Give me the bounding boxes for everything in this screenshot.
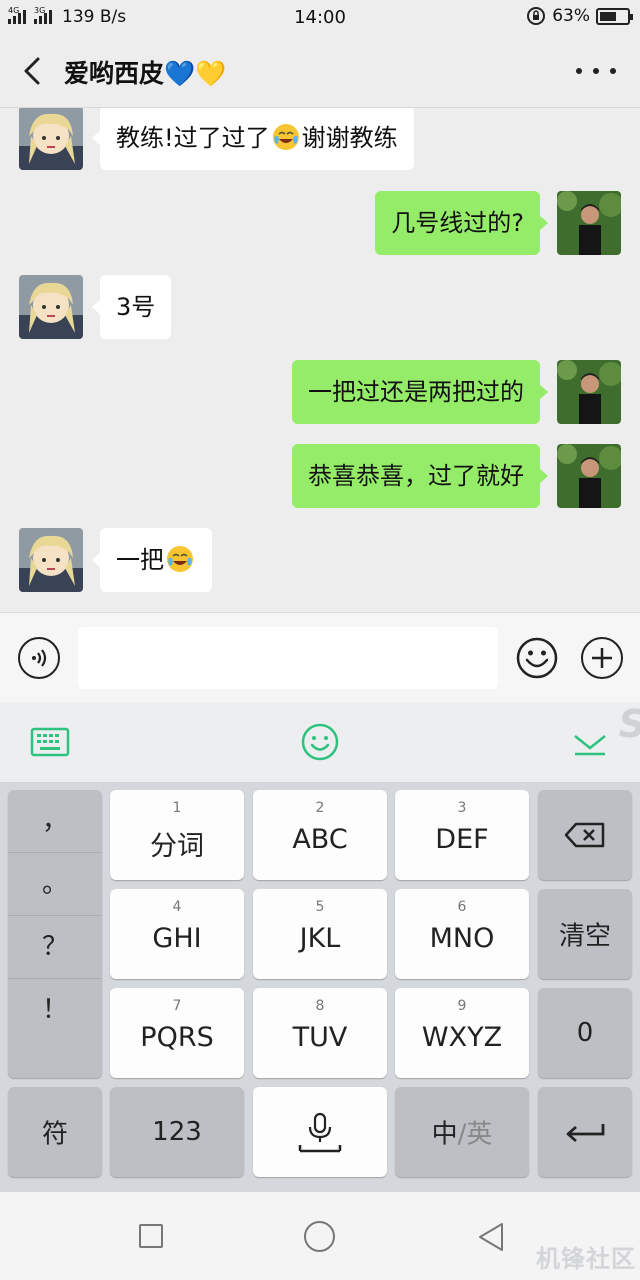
smile-icon xyxy=(301,723,339,761)
language-switch-key[interactable]: 中/英 xyxy=(395,1087,529,1177)
avatar[interactable] xyxy=(19,108,83,170)
punct-key[interactable]: ， xyxy=(8,790,102,853)
emoji-button[interactable] xyxy=(516,637,558,679)
chat-header: 爱哟西皮💙💛 xyxy=(0,34,640,108)
status-right: 63% xyxy=(526,6,633,26)
punct-key[interactable]: ？ xyxy=(8,916,102,979)
enter-icon xyxy=(566,1124,605,1143)
navigation-bar: 机锋社区 xyxy=(0,1192,640,1280)
recents-button[interactable] xyxy=(139,1224,163,1248)
watermark: S xyxy=(619,702,640,746)
punct-key[interactable]: ！ xyxy=(8,979,102,1042)
key-6[interactable]: 6 MNO xyxy=(395,889,529,979)
status-bar: 4G 3G 139 B/s 14:00 63% xyxy=(0,0,640,34)
key-2[interactable]: 2 ABC xyxy=(253,790,387,880)
message-text: 3号 xyxy=(116,293,156,321)
message-bubble[interactable]: 一把过还是两把过的 xyxy=(292,360,548,424)
battery-percent: 63% xyxy=(552,6,590,26)
backspace-icon xyxy=(564,822,605,848)
message-text: 教练!过了过了 xyxy=(116,124,270,152)
plus-button[interactable] xyxy=(581,637,623,679)
plus-icon xyxy=(592,648,612,668)
punctuation-column[interactable]: ， 。 ？ ！ xyxy=(8,790,102,1078)
voice-icon xyxy=(32,649,47,667)
key-8[interactable]: 8 TUV xyxy=(253,988,387,1078)
message-bubble[interactable]: 恭喜恭喜，过了就好 xyxy=(292,444,548,508)
key-7[interactable]: 7 PQRS xyxy=(110,988,244,1078)
emoji-icon xyxy=(516,637,558,679)
signal-icon: 4G xyxy=(8,6,26,24)
keyboard-switch-button[interactable] xyxy=(30,726,70,758)
message-bubble[interactable]: 教练!过了过了 谢谢教练 xyxy=(92,108,414,170)
laugh-cry-emoji-icon xyxy=(167,546,193,572)
message-bubble[interactable]: 一把 xyxy=(92,528,212,592)
avatar[interactable] xyxy=(19,528,83,592)
network-type-label: 4G xyxy=(8,6,20,15)
key-5[interactable]: 5 JKL xyxy=(253,889,387,979)
ime-collapse-button[interactable] xyxy=(570,728,610,760)
back-button[interactable] xyxy=(16,54,48,88)
key-9[interactable]: 9 WXYZ xyxy=(395,988,529,1078)
punct-key[interactable]: 。 xyxy=(8,853,102,916)
space-voice-key[interactable] xyxy=(253,1087,387,1177)
home-button[interactable] xyxy=(304,1221,335,1252)
collapse-icon xyxy=(574,735,606,756)
keyboard-icon xyxy=(30,727,70,757)
message-text: 一把过还是两把过的 xyxy=(308,378,524,406)
lang-zh: 中 xyxy=(431,1119,458,1150)
battery-icon xyxy=(596,7,633,25)
message-text: 恭喜恭喜，过了就好 xyxy=(308,462,524,490)
t9-keyboard: ， 。 ？ ！ 1 分词 2 ABC 3 DEF 4 GHI 5 JKL 6 MNO 清空 … xyxy=(0,782,640,1192)
rotation-lock-icon xyxy=(527,7,546,25)
key-3[interactable]: 3 DEF xyxy=(395,790,529,880)
key-4[interactable]: 4 GHI xyxy=(110,889,244,979)
ime-toolbar: S xyxy=(0,702,640,782)
key-1[interactable]: 1 分词 xyxy=(110,790,244,880)
backspace-key[interactable] xyxy=(538,790,632,880)
chat-title: 爱哟西皮💙💛 xyxy=(64,59,227,88)
message-bubble[interactable]: 3号 xyxy=(91,275,172,339)
message-text: 一把 xyxy=(116,546,164,574)
network-speed: 139 B/s xyxy=(62,7,127,27)
watermark: 机锋社区 xyxy=(536,1245,636,1273)
clear-key[interactable]: 清空 xyxy=(538,889,632,979)
network-type-label-2: 3G xyxy=(34,6,46,15)
message-text: 几号线过的? xyxy=(391,209,524,237)
message-bubble[interactable]: 几号线过的? xyxy=(375,191,548,255)
enter-key[interactable] xyxy=(538,1087,632,1177)
microphone-icon xyxy=(298,1112,342,1153)
message-text: 谢谢教练 xyxy=(301,124,398,152)
numbers-key[interactable]: 123 xyxy=(110,1087,244,1177)
avatar-self[interactable] xyxy=(557,360,621,424)
back-triangle-icon xyxy=(479,1223,503,1251)
avatar[interactable] xyxy=(19,275,83,339)
symbols-key[interactable]: 符 xyxy=(8,1087,102,1177)
input-bar xyxy=(0,612,640,702)
signal-icon-2: 3G xyxy=(34,6,52,24)
ime-emoji-button[interactable] xyxy=(300,722,340,762)
message-list[interactable]: 教练!过了过了 谢谢教练 几号线过的? 3号 一把过还是两把过的 恭喜恭喜，过了就… xyxy=(0,108,640,612)
system-back-button[interactable] xyxy=(474,1220,508,1254)
avatar-self[interactable] xyxy=(557,191,621,255)
more-button[interactable] xyxy=(576,58,616,84)
key-0[interactable]: 0 xyxy=(538,988,632,1078)
voice-button[interactable] xyxy=(18,637,60,679)
lang-en: 英 xyxy=(466,1119,493,1150)
chevron-left-icon xyxy=(24,57,40,85)
more-horizontal-icon xyxy=(576,68,582,74)
avatar-self[interactable] xyxy=(557,444,621,508)
message-input[interactable] xyxy=(78,627,498,689)
laugh-cry-emoji-icon xyxy=(272,124,299,150)
